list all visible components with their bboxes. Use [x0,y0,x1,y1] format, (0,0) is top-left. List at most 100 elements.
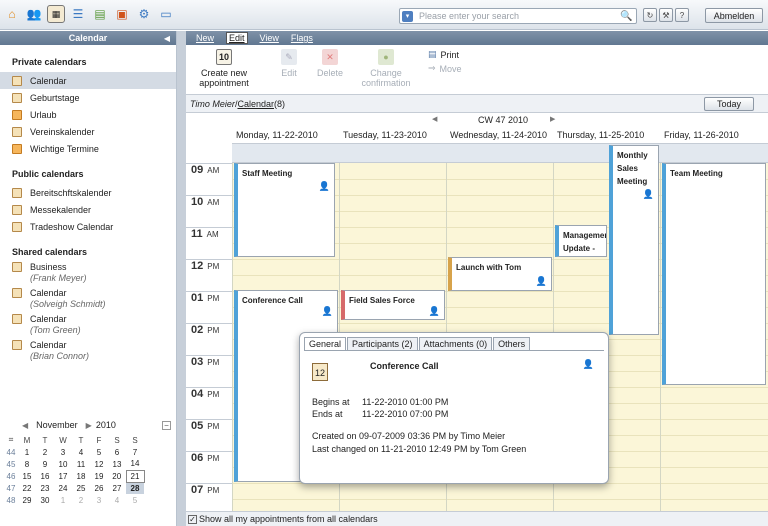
mini-day[interactable]: 19 [90,470,108,482]
calendar-item[interactable]: Geburtstage [0,89,176,106]
home-icon[interactable]: ⌂ [3,5,21,23]
appointment[interactable]: Launch with Tom 👤 [448,257,552,291]
mini-day[interactable]: 1 [54,494,72,506]
mini-day[interactable]: 2 [36,446,54,458]
mini-day[interactable]: 5 [90,446,108,458]
briefcase-icon[interactable]: ▣ [113,5,131,23]
shared-calendar-item[interactable]: Business (Frank Meyer) [0,262,176,284]
mini-day[interactable]: 1 [18,446,36,458]
all-day-row[interactable] [232,143,768,163]
mini-day[interactable]: 7 [126,446,144,458]
day-header[interactable]: Thursday, 11-25-2010 [553,127,660,143]
shared-calendar-item[interactable]: Calendar (Tom Green) [0,314,176,336]
day-header[interactable]: Tuesday, 11-23-2010 [339,127,446,143]
search-box[interactable]: ▾ Please enter your search 🔍 [399,8,637,24]
mini-day[interactable]: 29 [18,494,36,506]
help-button[interactable]: ? [675,8,689,22]
appointment[interactable]: Staff Meeting 👤 [234,163,335,257]
create-appointment-button[interactable]: 10 Create new appointment [196,49,252,88]
refresh-button[interactable]: ↻ [643,8,657,22]
menu-view[interactable]: View [260,33,279,43]
calendar-item[interactable]: Bereitschftskalender [0,184,176,201]
panel-splitter[interactable] [177,31,186,526]
delete-button[interactable]: ✕ Delete [314,49,346,78]
mini-day[interactable]: 4 [72,446,90,458]
search-scope-icon[interactable]: ▾ [402,10,413,22]
mini-day[interactable]: 18 [72,470,90,482]
mini-day[interactable]: 20 [108,470,126,482]
appointment[interactable]: Field Sales Force 👤 [341,290,445,320]
mini-day[interactable]: 11 [72,458,90,470]
settings-icon[interactable]: ⚙ [135,5,153,23]
breadcrumb-calendar-link[interactable]: Calendar [237,99,274,109]
contacts-icon[interactable]: 👥 [25,5,43,23]
move-button[interactable]: ⇒ Move [428,63,462,74]
mini-day[interactable]: 9 [36,458,54,470]
appointment[interactable]: Management Update - [555,225,607,257]
search-input[interactable]: Please enter your search [419,11,620,21]
appointment[interactable]: Team Meeting [662,163,766,385]
mini-day[interactable]: 3 [54,446,72,458]
week-icon[interactable]: ⌗ [4,434,18,446]
mini-day[interactable]: 16 [36,470,54,482]
mini-day[interactable]: 4 [108,494,126,506]
mini-day[interactable]: 15 [18,470,36,482]
today-button[interactable]: Today [704,97,754,111]
collapse-left-icon[interactable]: ◀ [164,34,170,43]
next-week-icon[interactable]: ▶ [550,115,555,123]
mini-day[interactable]: 30 [36,494,54,506]
menu-edit[interactable]: Edit [226,32,248,44]
day-header[interactable]: Wednesday, 11-24-2010 [446,127,553,143]
mini-day[interactable]: 2 [72,494,90,506]
mini-day[interactable]: 6 [108,446,126,458]
calendar-item[interactable]: Messekalender [0,201,176,218]
mini-day[interactable]: 8 [18,458,36,470]
tools-button[interactable]: ⚒ [659,8,673,22]
tab-participants[interactable]: Participants (2) [347,337,418,350]
folder-icon[interactable]: ▭ [157,5,175,23]
mini-day[interactable]: 25 [72,482,90,494]
mini-day[interactable]: 10 [54,458,72,470]
show-all-checkbox[interactable]: ✓ [188,514,197,524]
mini-day[interactable]: 5 [126,494,144,506]
mini-day[interactable]: 12 [90,458,108,470]
mini-week-number[interactable]: 48 [4,494,18,506]
shared-calendar-item[interactable]: Calendar (Brian Connor) [0,340,176,362]
prev-month-icon[interactable]: ◀ [22,421,28,430]
day-header[interactable]: Monday, 11-22-2010 [232,127,339,143]
tab-attachments[interactable]: Attachments (0) [418,337,493,350]
mini-week-number[interactable]: 47 [4,482,18,494]
print-button[interactable]: ▤ Print [428,49,459,60]
mini-day[interactable]: 14 [126,458,144,470]
calendar-item[interactable]: Calendar [0,72,176,89]
appointment[interactable]: Monthly Sales Meeting 👤 [609,145,659,335]
tab-others[interactable]: Others [493,337,531,350]
prev-week-icon[interactable]: ◀ [432,115,437,123]
calendar-item[interactable]: Vereinskalender [0,123,176,140]
mini-day[interactable]: 23 [36,482,54,494]
calendar-item[interactable]: Wichtige Termine [0,140,176,157]
mini-day[interactable]: 24 [54,482,72,494]
menu-new[interactable]: New [196,33,214,43]
tasks-icon[interactable]: ☰ [69,5,87,23]
search-icon[interactable]: 🔍 [620,11,636,22]
mini-day[interactable]: 26 [90,482,108,494]
mini-week-number[interactable]: 46 [4,470,18,482]
mini-day[interactable]: 17 [54,470,72,482]
mini-day[interactable]: 22 [18,482,36,494]
calendar-icon[interactable]: ▦ [47,5,65,23]
shared-calendar-item[interactable]: Calendar (Solveigh Schmidt) [0,288,176,310]
calendar-item[interactable]: Urlaub [0,106,176,123]
logout-button[interactable]: Abmelden [705,8,763,23]
collapse-mini-icon[interactable]: − [162,420,171,430]
mini-day[interactable]: 27 [108,482,126,494]
mini-day[interactable]: 3 [90,494,108,506]
edit-button[interactable]: ✎ Edit [274,49,304,78]
calendar-item[interactable]: Tradeshow Calendar [0,218,176,235]
day-header[interactable]: Friday, 11-26-2010 [660,127,768,143]
mini-day-today[interactable]: 21 [125,469,145,483]
mini-day-selected[interactable]: 28 [126,482,144,494]
next-month-icon[interactable]: ▶ [86,421,92,430]
mini-week-number[interactable]: 45 [4,458,18,470]
notes-icon[interactable]: ▤ [91,5,109,23]
